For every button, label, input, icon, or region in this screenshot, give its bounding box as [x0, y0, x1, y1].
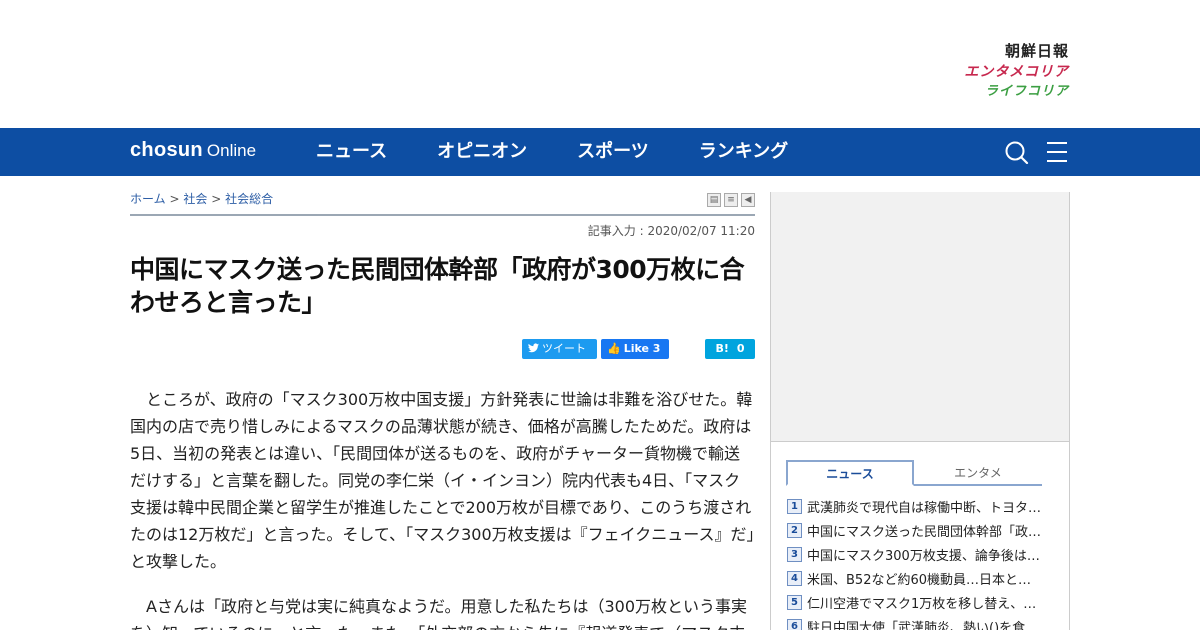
rank-link[interactable]: 米国、B52など約60機動員…日本と大… — [807, 569, 1042, 588]
rank-link[interactable]: 武漢肺炎で現代自は稼働中断、トヨタは… — [807, 497, 1042, 516]
rank-number: 5 — [787, 594, 802, 610]
nav-item-ranking[interactable]: ランキング — [699, 128, 788, 176]
breadcrumb-separator: > — [169, 192, 180, 206]
text-icon[interactable]: ≡ — [724, 193, 738, 207]
tweet-button[interactable]: ツイート — [522, 339, 597, 359]
entame-korea-logo-link[interactable]: エンタメコリア — [919, 65, 1069, 79]
twitter-bird-icon — [528, 343, 539, 353]
like-label: Like 3 — [623, 342, 661, 355]
breadcrumb: ホーム > 社会 > 社会総合 — [130, 190, 273, 207]
chosun-ilbo-logo-link[interactable]: 朝鮮日報 — [919, 44, 1069, 59]
tweet-label: ツイート — [542, 342, 586, 355]
life-korea-logo-link[interactable]: ライフコリア — [919, 85, 1069, 98]
nav-menu: ニュース オピニオン スポーツ ランキング — [316, 128, 838, 176]
like-button[interactable]: 👍 Like 3 — [601, 339, 669, 359]
breadcrumb-row: ホーム > 社会 > 社会総合 ▤ ≡ ◀ — [130, 176, 755, 216]
list-item[interactable]: 2 中国にマスク送った民間団体幹部「政府… — [787, 518, 1069, 542]
site-header: 朝鮮日報 エンタメコリア ライフコリア — [0, 0, 1200, 128]
rank-number: 1 — [787, 498, 802, 514]
ranking-tabs: ニュース エンタメ — [786, 460, 1042, 486]
rank-number: 3 — [787, 546, 802, 562]
nav-item-news[interactable]: ニュース — [316, 128, 387, 176]
breadcrumb-separator: > — [211, 192, 222, 206]
rank-number: 4 — [787, 570, 802, 586]
back-icon[interactable]: ◀ — [741, 193, 755, 207]
rank-number: 2 — [787, 522, 802, 538]
search-icon[interactable] — [1004, 140, 1030, 164]
rank-link[interactable]: 駐日中国大使「武漢肺炎、熱い()を食い… — [807, 617, 1042, 630]
tab-news[interactable]: ニュース — [786, 460, 914, 486]
ranking-list: 1 武漢肺炎で現代自は稼働中断、トヨタは… 2 中国にマスク送った民間団体幹部「政府… — [787, 494, 1069, 630]
brand-links: 朝鮮日報 エンタメコリア ライフコリア — [919, 44, 1069, 99]
article: ホーム > 社会 > 社会総合 ▤ ≡ ◀ 記事入力 : 2020/02/07 … — [130, 176, 755, 630]
rank-number: 6 — [787, 618, 802, 630]
thumbs-up-icon: 👍 — [607, 342, 621, 355]
share-buttons: ツイート 👍 Like 3 B! 0 — [130, 339, 755, 359]
article-tools: ▤ ≡ ◀ — [707, 193, 755, 207]
hatena-count: 0 — [736, 342, 745, 355]
rank-link[interactable]: 中国にマスク送った民間団体幹部「政府… — [807, 521, 1042, 540]
list-item[interactable]: 4 米国、B52など約60機動員…日本と大… — [787, 566, 1069, 590]
nav-icons — [1004, 140, 1070, 164]
sidebar: ニュース エンタメ 1 武漢肺炎で現代自は稼働中断、トヨタは… 2 中国にマスク送っ… — [770, 192, 1070, 630]
breadcrumb-home[interactable]: ホーム — [130, 192, 166, 206]
list-item[interactable]: 5 仁川空港でマスク1万枚を移し替え、… — [787, 590, 1069, 614]
list-item[interactable]: 3 中国にマスク300万枚支援、論争後は… — [787, 542, 1069, 566]
print-icon[interactable]: ▤ — [707, 193, 721, 207]
article-date: 記事入力 : 2020/02/07 11:20 — [587, 224, 755, 238]
list-item[interactable]: 1 武漢肺炎で現代自は稼働中断、トヨタは… — [787, 494, 1069, 518]
nav-item-sports[interactable]: スポーツ — [577, 128, 649, 176]
menu-icon[interactable] — [1044, 140, 1070, 164]
article-paragraph: Aさんは「政府と与党は実に純真なようだ。用意した私たちは（300万枚という事実を… — [130, 597, 748, 630]
rank-link[interactable]: 仁川空港でマスク1万枚を移し替え、… — [807, 593, 1042, 612]
rank-link[interactable]: 中国にマスク300万枚支援、論争後は… — [807, 545, 1042, 564]
logo-main-text: chosun — [130, 139, 203, 161]
hatena-b-icon: B! — [715, 342, 729, 355]
nav-item-opinion[interactable]: オピニオン — [437, 128, 527, 176]
hatena-bookmark-button[interactable]: B! 0 — [705, 339, 755, 359]
article-body: ところが、政府の「マスク300万枚中国支援」方針発表に世論は非難を浴びせた。韓国… — [130, 386, 755, 630]
breadcrumb-society-general[interactable]: 社会総合 — [225, 192, 273, 206]
chosun-online-logo[interactable]: chosun Online — [130, 139, 256, 162]
main-nav: chosun Online ニュース オピニオン スポーツ ランキング — [0, 128, 1200, 176]
tab-entame[interactable]: エンタメ — [914, 462, 1042, 486]
breadcrumb-society[interactable]: 社会 — [183, 192, 207, 206]
article-paragraph: ところが、政府の「マスク300万枚中国支援」方針発表に世論は非難を浴びせた。韓国… — [130, 390, 755, 571]
ad-placeholder — [771, 192, 1069, 442]
logo-sub-text: Online — [206, 141, 257, 160]
article-headline: 中国にマスク送った民間団体幹部「政府が300万枚に合わせろと言った」 — [130, 255, 745, 317]
list-item[interactable]: 6 駐日中国大使「武漢肺炎、熱い()を食い… — [787, 614, 1069, 630]
